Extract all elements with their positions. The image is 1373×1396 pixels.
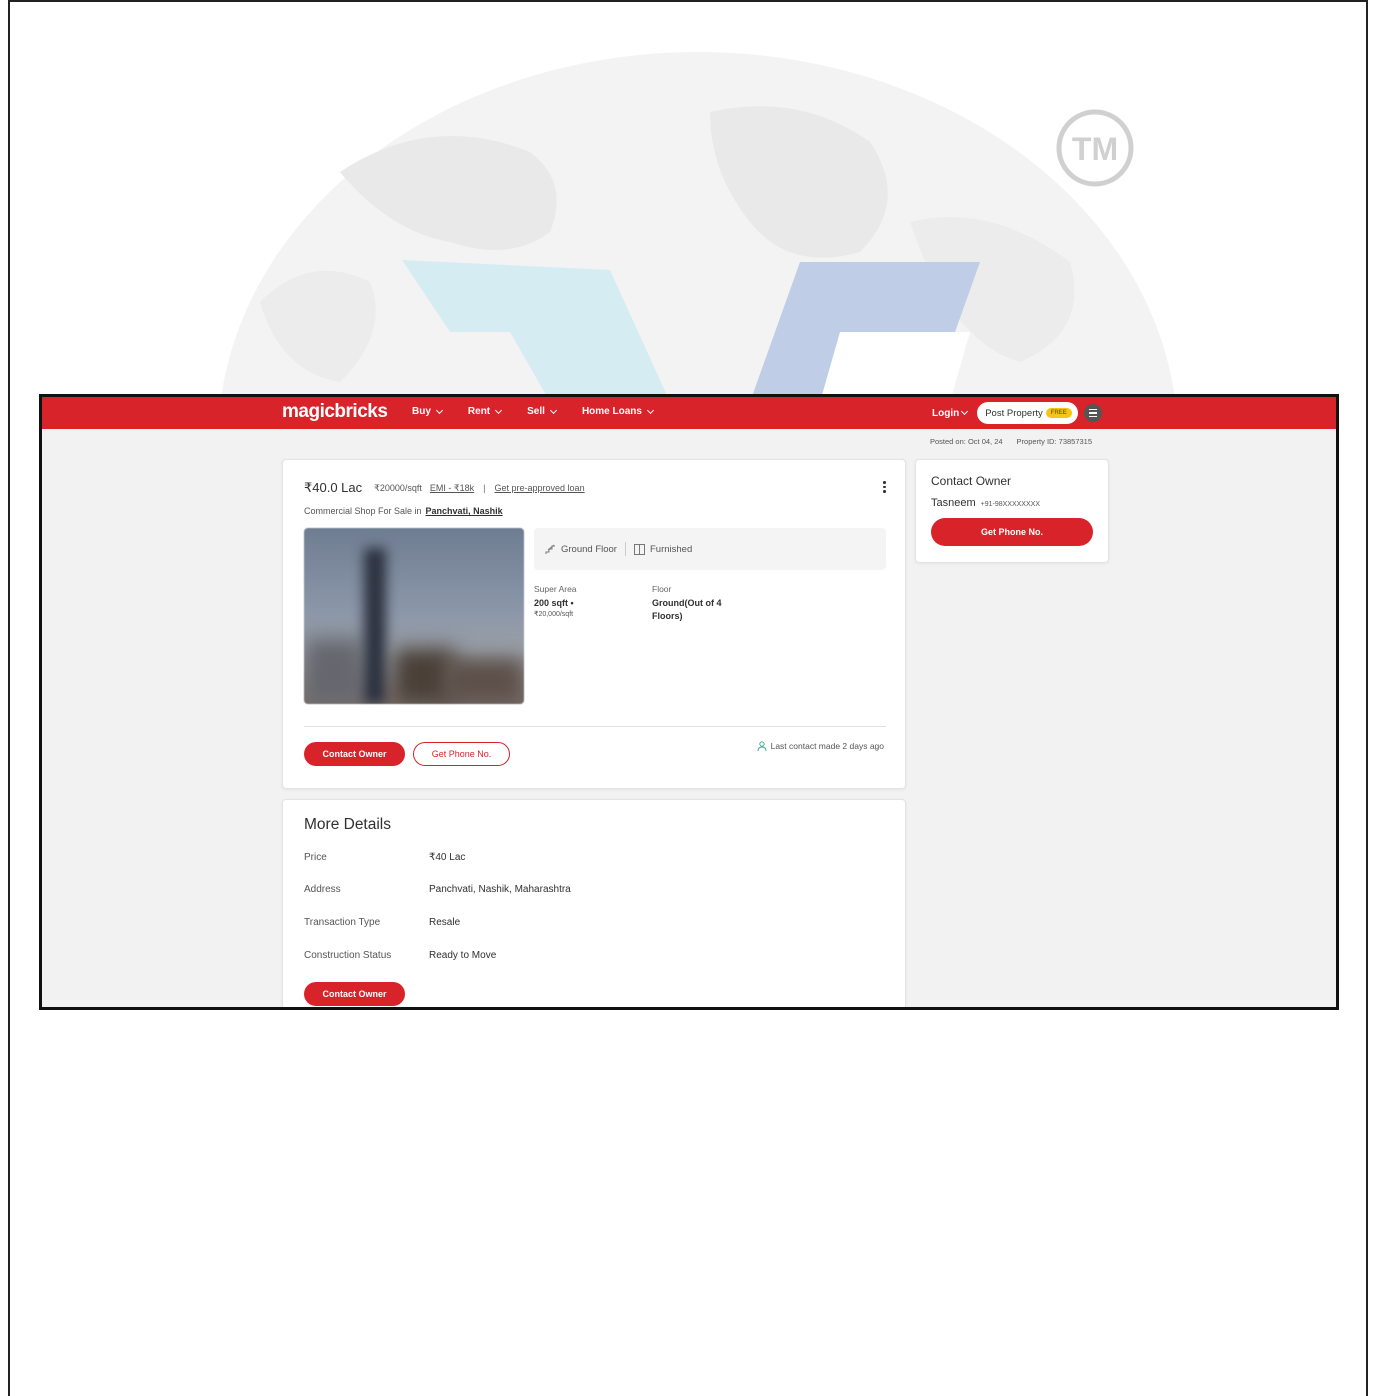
detail-value: Panchvati, Nashik, Maharashtra [429, 884, 571, 895]
owner-name: Tasneem [931, 497, 976, 509]
detail-row-construction: Construction Status Ready to Move [304, 950, 496, 961]
chevron-down-icon [646, 406, 654, 414]
furnishing-icon [633, 543, 645, 555]
menu-buy-label: Buy [412, 406, 431, 417]
magicbricks-logo[interactable]: magicbricks [282, 401, 388, 423]
emi-link[interactable]: EMI - ₹18k [430, 483, 474, 494]
listing-type: Commercial Shop For Sale in [304, 506, 422, 516]
spec-super-area: Super Area 200 sqft • ₹20,000/sqft [534, 584, 652, 623]
chip-furnishing-label: Furnished [649, 543, 693, 555]
detail-label: Construction Status [304, 950, 392, 961]
detail-value: ₹40 Lac [429, 852, 466, 863]
detail-label: Transaction Type [304, 917, 381, 928]
chevron-down-icon [961, 407, 969, 416]
more-options-icon[interactable] [883, 481, 887, 493]
owner-info: Tasneem +91-98XXXXXXXX [931, 497, 1040, 509]
trademark-mark: TM [1072, 131, 1118, 167]
contact-owner-button[interactable]: Contact Owner [304, 742, 405, 766]
watermark-globe-icon: TM [220, 52, 1176, 402]
navbar-right: Login Post Property FREE [932, 402, 1102, 424]
card-divider [304, 726, 886, 727]
more-contact-owner-button[interactable]: Contact Owner [304, 982, 405, 1006]
chip-floor-label: Ground Floor [561, 543, 617, 555]
post-property-button[interactable]: Post Property FREE [977, 402, 1078, 424]
detail-value: Resale [429, 917, 461, 928]
location-link[interactable]: Panchvati, Nashik [426, 506, 503, 516]
owner-phone: +91-98XXXXXXXX [980, 501, 1040, 508]
menu-sell[interactable]: Sell [527, 406, 557, 417]
login-label: Login [932, 407, 960, 419]
spec-value: 200 sqft • [534, 598, 574, 608]
spec-grid: Super Area 200 sqft • ₹20,000/sqft Floor… [534, 584, 752, 623]
menu-home-loans[interactable]: Home Loans [581, 406, 654, 417]
chevron-down-icon [495, 406, 503, 414]
spec-sub: ₹20,000/sqft [534, 611, 574, 618]
listing-card: ₹40.0 Lac ₹20000/sqft EMI - ₹18k | Get p… [282, 459, 906, 789]
detail-row-price: Price ₹40 Lac [304, 852, 465, 863]
detail-row-transaction: Transaction Type Resale [304, 917, 460, 928]
hamburger-menu-icon[interactable] [1083, 404, 1102, 422]
chip-divider [624, 542, 626, 556]
free-badge: FREE [1045, 408, 1072, 418]
top-navbar: magicbricks Buy Rent Sell Home Loans Log… [42, 397, 1336, 429]
chevron-down-icon [435, 406, 443, 414]
menu-rent-label: Rent [467, 406, 491, 417]
screenshot-frame: magicbricks Buy Rent Sell Home Loans Log… [39, 394, 1339, 1010]
stairs-icon [545, 544, 555, 554]
property-photo[interactable] [304, 528, 524, 704]
detail-row-address: Address Panchvati, Nashik, Maharashtra [304, 884, 571, 895]
user-icon [757, 741, 767, 751]
posted-on: Posted on: Oct 04, 24 [930, 437, 1003, 446]
chip-floor: Ground Floor [545, 544, 617, 555]
menu-rent[interactable]: Rent [467, 406, 503, 417]
separator: | [483, 483, 486, 493]
page-canvas: TM magicbricks Buy Rent Sell Home Loans … [8, 0, 1368, 1396]
listing-meta: Posted on: Oct 04, 24 Property ID: 73857… [930, 437, 1092, 446]
detail-label: Address [304, 884, 341, 895]
contact-owner-card: Contact Owner Tasneem +91-98XXXXXXXX Get… [915, 459, 1109, 563]
property-id: Property ID: 73857315 [1016, 437, 1093, 446]
price-row: ₹40.0 Lac ₹20000/sqft EMI - ₹18k | Get p… [304, 480, 585, 496]
menu-sell-label: Sell [527, 406, 545, 417]
spec-value: Ground(Out of 4 Floors) [652, 598, 722, 621]
detail-value: Ready to Move [429, 950, 497, 961]
contact-card-title: Contact Owner [931, 474, 1012, 488]
more-details-card: More Details Price ₹40 Lac Address Panch… [282, 799, 906, 1007]
menu-home-loans-label: Home Loans [581, 406, 642, 417]
login-button[interactable]: Login [932, 407, 969, 419]
price-per-sqft: ₹20000/sqft [374, 482, 422, 493]
last-contact-text: Last contact made 2 days ago [770, 741, 884, 751]
pre-approved-loan-link[interactable]: Get pre-approved loan [495, 483, 585, 493]
watermark-logo: TM [10, 2, 1370, 402]
spec-label: Super Area [534, 584, 577, 594]
spec-label: Floor [652, 584, 672, 594]
detail-label: Price [304, 852, 327, 863]
post-property-label: Post Property [985, 407, 1043, 419]
chip-furnishing: Furnished [633, 543, 693, 555]
chevron-down-icon [549, 406, 557, 414]
main-menu: Buy Rent Sell Home Loans [412, 406, 679, 417]
get-phone-button[interactable]: Get Phone No. [413, 742, 510, 766]
listing-subtitle: Commercial Shop For Sale in Panchvati, Na… [304, 506, 503, 516]
last-contact-info: Last contact made 2 days ago [757, 741, 884, 751]
feature-chips: Ground Floor Furnished [534, 528, 886, 570]
menu-buy[interactable]: Buy [412, 406, 443, 417]
more-details-title: More Details [304, 816, 391, 833]
side-get-phone-button[interactable]: Get Phone No. [931, 518, 1093, 546]
listing-price: ₹40.0 Lac [304, 480, 363, 495]
spec-floor: Floor Ground(Out of 4 Floors) [652, 584, 752, 623]
